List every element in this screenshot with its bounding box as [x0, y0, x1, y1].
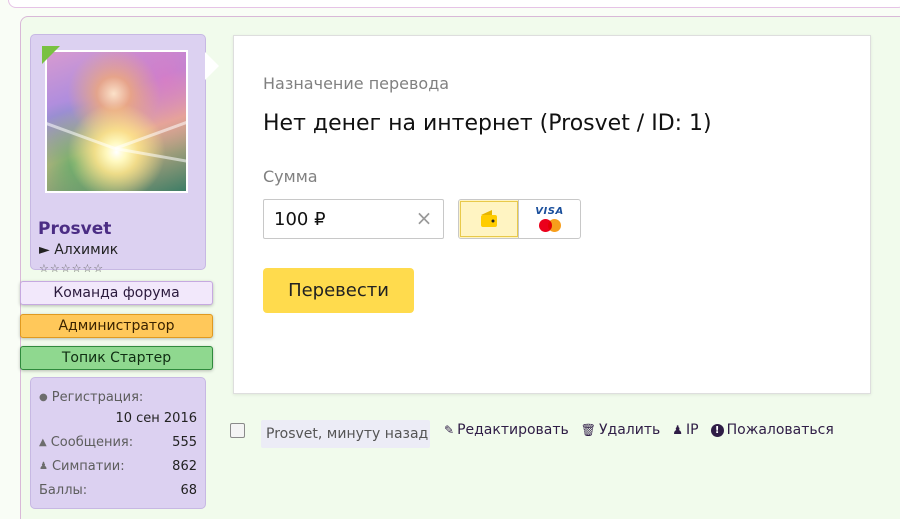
post-author-link[interactable]: Prosvet — [266, 426, 318, 442]
post-time[interactable]: , минуту назад — [318, 426, 428, 442]
trash-icon: 🗑 — [580, 423, 597, 437]
payment-method-selector: VISA — [458, 199, 581, 239]
banner-topic-starter: Топик Стартер — [20, 346, 213, 370]
purpose-label: Назначение перевода — [263, 74, 450, 93]
mastercard-icon — [538, 219, 561, 232]
ip-action[interactable]: ♟ IP — [672, 422, 698, 438]
post-actions: ✎ Редактировать 🗑 Удалить ♟ IP ! Пожалов… — [444, 422, 834, 438]
alert-icon: ! — [710, 423, 724, 437]
user-title: ► Алхимик — [39, 242, 119, 258]
purpose-text: Нет денег на интернет (Prosvet / ID: 1) — [263, 111, 712, 136]
rating-stars: ☆☆☆☆☆☆ — [39, 262, 105, 275]
pencil-icon: ✎ — [444, 423, 455, 437]
post-meta: Prosvet , минуту назад — [261, 420, 430, 448]
stat-posts: ▲ Сообщения: 555 — [39, 435, 197, 450]
transfer-button[interactable]: Перевести — [263, 268, 414, 313]
username[interactable]: Prosvet — [38, 219, 111, 239]
delete-action[interactable]: 🗑 Удалить — [581, 422, 660, 438]
edit-action[interactable]: ✎ Редактировать — [444, 422, 569, 438]
report-action[interactable]: ! Пожаловаться — [710, 422, 834, 438]
wallet-option[interactable] — [459, 200, 519, 238]
stat-likes: ♟ Симпатии: 862 — [39, 459, 197, 474]
avatar[interactable] — [45, 50, 188, 193]
chat-icon: ● — [39, 392, 48, 403]
user-icon: ♟ — [672, 423, 684, 437]
sum-label: Сумма — [263, 167, 318, 186]
stat-registration: ● Регистрация: — [39, 390, 144, 405]
user-stats: ● Регистрация: 10 сен 2016 ▲ Сообщения: 55… — [30, 377, 206, 509]
amount-value: 100 ₽ — [274, 208, 326, 230]
stat-points: Баллы: 68 — [39, 483, 197, 498]
card-option[interactable]: VISA — [519, 200, 580, 238]
wallet-icon — [480, 210, 497, 227]
banner-administrator: Администратор — [20, 314, 213, 338]
select-post-checkbox[interactable] — [230, 423, 245, 438]
user-icon: ♟ — [39, 461, 48, 472]
stat-registration-value: 10 сен 2016 — [115, 411, 197, 426]
clear-icon[interactable]: × — [414, 208, 434, 228]
previous-post-edge — [8, 0, 900, 8]
visa-logo: VISA — [535, 206, 564, 217]
banner-forum-team: Команда форума — [20, 281, 213, 305]
thumbs-up-icon: ▲ — [39, 437, 47, 448]
